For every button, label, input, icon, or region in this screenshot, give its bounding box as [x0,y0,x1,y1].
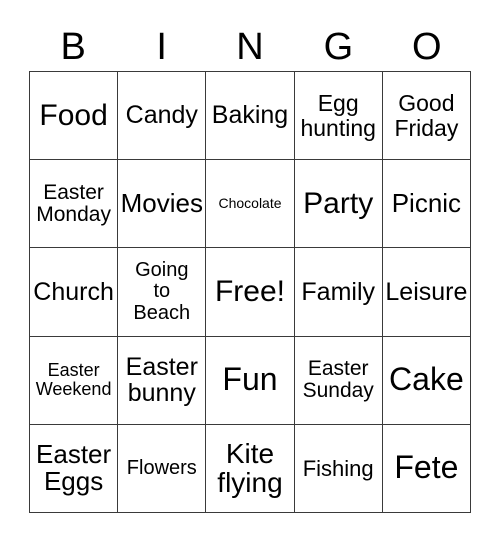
header-letter-o: O [412,26,442,68]
bingo-cell-label: Family [301,277,375,306]
bingo-cell[interactable]: Movies [118,160,207,249]
bingo-cell[interactable]: Egg hunting [294,72,383,161]
bingo-cell-label: Church [33,277,114,306]
bingo-cell-label: Egg hunting [300,90,376,141]
bingo-cell-label: Baking [211,101,289,130]
bingo-cell-label: Movies [120,188,203,219]
bingo-cell[interactable]: Kite flying [206,424,295,513]
bingo-cell-label: Easter Eggs [36,438,112,497]
bingo-cell-label: Fishing [302,455,374,481]
header-letter-g: G [323,26,354,68]
bingo-cell[interactable]: Baking [206,72,295,161]
bingo-cell[interactable]: Easter Eggs [30,424,119,513]
bingo-cell-free[interactable]: Free! [206,248,295,337]
bingo-cell[interactable]: Church [30,248,119,337]
bingo-cell-label: Free! [214,275,285,309]
bingo-cell[interactable]: Chocolate [206,160,295,249]
bingo-cell-label: Fete [394,449,459,486]
header-letter-i: I [156,26,167,68]
bingo-cell-label: Going to Beach [133,259,191,324]
bingo-cell-label: Picnic [391,188,462,219]
bingo-cell[interactable]: Candy [118,72,207,161]
bingo-cell[interactable]: Going to Beach [118,248,207,337]
bingo-cell-label: Party [303,186,374,220]
bingo-cell-label: Candy [125,101,198,130]
bingo-cell[interactable]: Easter bunny [118,336,207,425]
bingo-cell-label: Kite flying [217,437,283,499]
bingo-cell[interactable]: Easter Weekend [30,336,119,425]
bingo-cell[interactable]: Easter Sunday [294,336,383,425]
bingo-cell[interactable]: Easter Monday [30,160,119,249]
bingo-cell-label: Cake [389,361,464,398]
bingo-cell[interactable]: Food [30,72,119,161]
bingo-card: B I N G O Food Candy Baking Egg hunting … [0,0,500,544]
bingo-cell[interactable]: Cake [382,336,471,425]
bingo-cell[interactable]: Party [294,160,383,249]
bingo-header: B I N G O [29,14,471,66]
bingo-cell[interactable]: Fishing [294,424,383,513]
bingo-cell-label: Leisure [385,277,468,306]
bingo-cell[interactable]: Good Friday [382,72,471,161]
bingo-cell-label: Easter Monday [36,180,111,226]
header-letter-n: N [236,26,264,68]
bingo-grid: Food Candy Baking Egg hunting Good Frida… [29,71,471,513]
bingo-cell[interactable]: Fete [382,424,471,513]
bingo-cell[interactable]: Flowers [118,424,207,513]
bingo-cell-label: Flowers [126,456,197,479]
header-letter-b: B [60,26,86,68]
bingo-cell[interactable]: Leisure [382,248,471,337]
bingo-cell-label: Fun [222,361,278,398]
bingo-cell[interactable]: Fun [206,336,295,425]
bingo-cell-label: Easter bunny [125,352,198,408]
bingo-cell-label: Food [39,98,108,132]
bingo-cell-label: Easter Weekend [35,360,112,400]
bingo-cell-label: Good Friday [394,90,459,141]
bingo-cell[interactable]: Family [294,248,383,337]
bingo-cell-label: Easter Sunday [302,356,374,403]
bingo-cell[interactable]: Picnic [382,160,471,249]
bingo-cell-label: Chocolate [218,195,282,212]
